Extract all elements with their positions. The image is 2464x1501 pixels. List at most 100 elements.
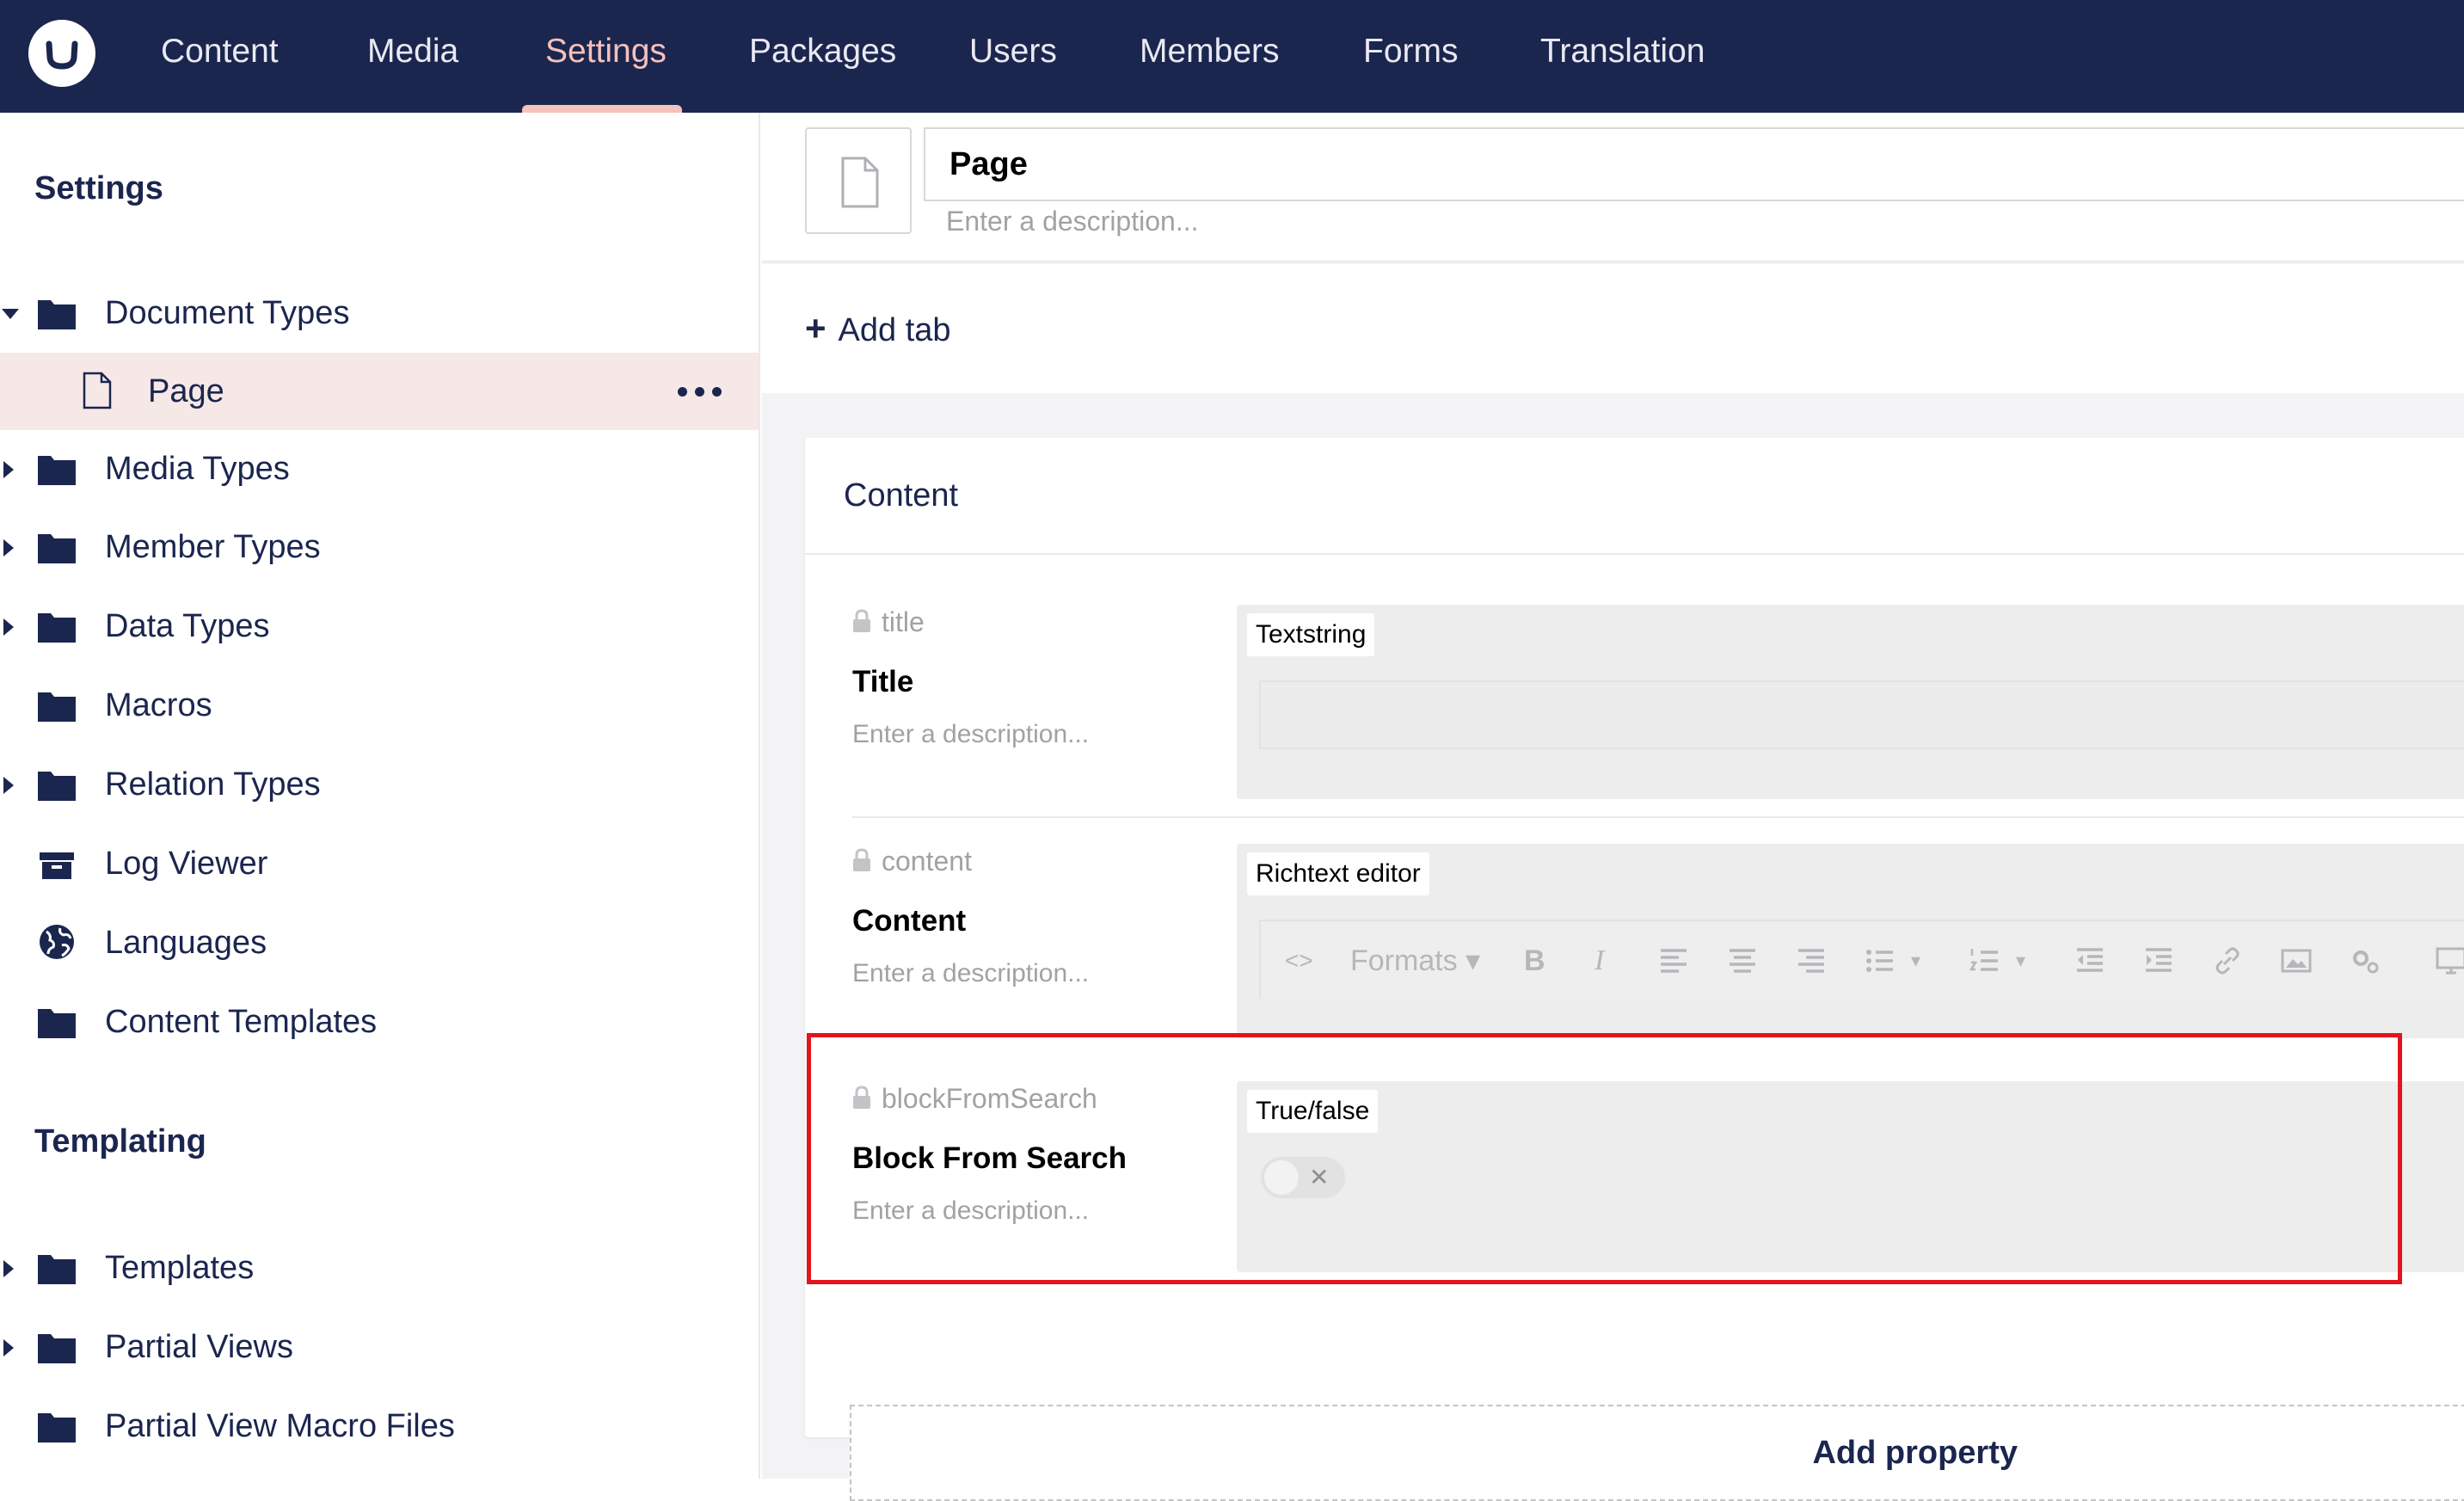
tree-item-member-types[interactable]: Member Types [0, 508, 759, 586]
lock-icon[interactable] [852, 609, 871, 633]
outdent-icon [2077, 948, 2103, 972]
property-block-from-search[interactable]: blockFromSearch Block From Search Enter … [805, 1067, 2464, 1291]
textstring-preview [1259, 680, 2464, 749]
image-icon [2281, 949, 2312, 973]
tree-item-log-viewer[interactable]: Log Viewer [0, 825, 759, 902]
property-description: Enter a description... [852, 959, 1090, 987]
tree-item-label: Data Types [105, 608, 270, 644]
nav-media[interactable]: Media [367, 0, 458, 113]
add-property-button[interactable]: Add property [850, 1405, 2464, 1501]
folder-icon [38, 534, 76, 563]
folder-icon [38, 772, 76, 801]
property-editor-preview[interactable]: Richtext editor <> Formats ▾ B I ▾ ▾ [1237, 844, 2464, 1038]
tree-item-macros[interactable]: Macros [0, 667, 759, 744]
code-icon: <> [1285, 947, 1313, 974]
tree-item-languages[interactable]: Languages [0, 904, 759, 981]
tree-item-page[interactable]: Page [0, 353, 759, 430]
property-name: Block From Search [852, 1141, 1127, 1175]
indent-icon [2146, 948, 2172, 972]
property-editor-preview[interactable]: Textstring [1237, 605, 2464, 799]
property-title[interactable]: title Title Enter a description... Texts… [805, 591, 2464, 818]
caret-right-icon[interactable] [3, 618, 14, 636]
nav-members[interactable]: Members [1140, 0, 1280, 113]
tree-item-media-types[interactable]: Media Types [0, 430, 759, 508]
folder-icon [38, 1334, 76, 1363]
caret-down-icon[interactable] [2, 309, 19, 319]
editor-type-badge: Textstring [1247, 613, 1375, 656]
section-title-settings: Settings [34, 170, 163, 206]
editor-type-badge: Richtext editor [1247, 852, 1429, 895]
nav-users[interactable]: Users [969, 0, 1057, 113]
tree-item-partial-view-macro-files[interactable]: Partial View Macro Files [0, 1387, 759, 1465]
tabs-bar: + Add tab [762, 264, 2464, 393]
nav-packages[interactable]: Packages [749, 0, 896, 113]
tree-item-label: Log Viewer [105, 846, 268, 882]
chevron-down-icon: ▾ [2016, 950, 2026, 971]
lock-icon[interactable] [852, 1086, 871, 1110]
tree-item-data-types[interactable]: Data Types [0, 587, 759, 665]
nav-content[interactable]: Content [161, 0, 279, 113]
property-content[interactable]: content Content Enter a description... R… [805, 830, 2464, 1055]
macro-settings-icon [2353, 950, 2379, 974]
box-icon [40, 852, 74, 879]
divider [852, 816, 2464, 818]
property-alias-text: title [882, 606, 925, 637]
nav-translation[interactable]: Translation [1540, 0, 1705, 113]
add-tab-button[interactable]: + Add tab [805, 264, 951, 393]
close-icon: ✕ [1309, 1164, 1330, 1190]
numbered-list-icon [1969, 949, 1998, 971]
property-description: Enter a description... [852, 1196, 1090, 1225]
true-false-toggle: ✕ [1261, 1157, 1345, 1198]
link-icon [2215, 947, 2240, 975]
tree-item-label: Media Types [105, 451, 290, 487]
caret-right-icon[interactable] [3, 1260, 14, 1277]
folder-icon [38, 1255, 76, 1284]
add-property-label: Add property [1812, 1435, 2018, 1471]
tree-item-label: Page [148, 373, 224, 409]
bold-icon: B [1524, 944, 1545, 977]
property-editor-preview[interactable]: True/false ✕ [1237, 1081, 2464, 1272]
document-icon [83, 372, 112, 409]
tree-item-content-templates[interactable]: Content Templates [0, 983, 759, 1061]
nav-settings[interactable]: Settings [545, 0, 667, 113]
tree-item-partial-views[interactable]: Partial Views [0, 1308, 759, 1386]
property-name: Title [852, 665, 914, 698]
divider [805, 553, 2464, 555]
icon-picker[interactable] [805, 127, 912, 234]
tree-item-label: Partial Views [105, 1329, 293, 1365]
tree-item-label: Templates [105, 1250, 255, 1286]
property-alias: title [852, 606, 925, 638]
tree-item-label: Macros [105, 687, 212, 723]
caret-right-icon[interactable] [3, 777, 14, 794]
nav-forms[interactable]: Forms [1363, 0, 1459, 113]
align-center-icon [1730, 949, 1755, 973]
bullet-list-icon [1866, 950, 1893, 972]
chevron-down-icon: ▾ [1911, 950, 1921, 971]
tree-item-templates[interactable]: Templates [0, 1229, 759, 1307]
folder-icon [38, 692, 76, 722]
property-alias: blockFromSearch [852, 1083, 1097, 1115]
toggle-knob [1264, 1160, 1299, 1195]
tree-item-document-types[interactable]: Document Types [0, 274, 759, 352]
add-tab-label: Add tab [838, 312, 951, 348]
caret-right-icon[interactable] [3, 1339, 14, 1356]
tree-item-label: Document Types [105, 295, 350, 331]
folder-icon [38, 1413, 76, 1443]
sidebar: Settings Document Types Page Media Types… [0, 113, 760, 1479]
tree-item-relation-types[interactable]: Relation Types [0, 746, 759, 823]
umbraco-logo-icon[interactable] [28, 20, 95, 87]
caret-right-icon[interactable] [3, 539, 14, 557]
property-group-card: Content title Title Enter a description.… [805, 438, 2464, 1501]
tree-item-label: Partial View Macro Files [105, 1408, 455, 1444]
more-options-icon[interactable] [678, 387, 722, 397]
richtext-toolbar: <> Formats ▾ B I ▾ ▾ [1259, 920, 2464, 999]
embed-monitor-icon [2436, 947, 2464, 975]
folder-icon [38, 1009, 76, 1038]
lock-icon[interactable] [852, 848, 871, 872]
property-description: Enter a description... [852, 720, 1090, 748]
tree-item-label: Languages [105, 925, 267, 961]
document-type-name-input[interactable] [924, 127, 2464, 201]
description-field[interactable]: Enter a description... [946, 206, 1198, 237]
group-title[interactable]: Content [844, 438, 958, 553]
caret-right-icon[interactable] [3, 461, 14, 478]
